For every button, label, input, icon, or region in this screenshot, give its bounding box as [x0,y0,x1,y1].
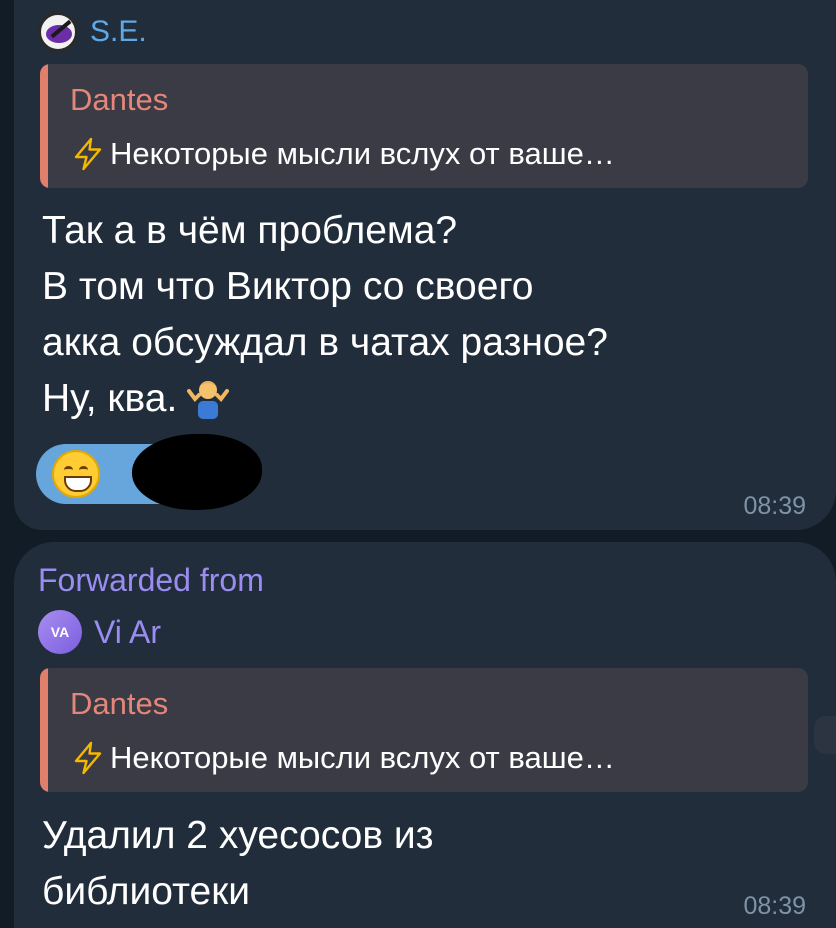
scroll-handle[interactable] [814,716,836,754]
message-line: В том что Виктор со своего [42,265,534,308]
message-time: 08:39 [743,492,806,520]
reaction-button[interactable] [36,434,262,510]
quote-text-row: Некоторые мысли вслух от ваше… [70,740,615,776]
message-bubble[interactable]: Forwarded from VA Vi Ar Dantes Некоторые… [14,542,836,928]
message-line-last: Ну, ква. [42,371,608,427]
lightning-bolt-icon [74,137,102,171]
sender-avatar[interactable] [38,12,78,52]
redacted-reactor-avatar [132,434,262,510]
forwarded-label: Forwarded from [38,562,264,598]
quote-author: Dantes [70,686,169,721]
lightning-bolt-icon [74,741,102,775]
chat-background: S.E. Dantes Некоторые мысли вслух от ваш… [0,0,836,928]
quote-text: Некоторые мысли вслух от ваше… [110,136,615,171]
message-line: библиотеки [42,870,251,913]
message-bubble[interactable]: S.E. Dantes Некоторые мысли вслух от ваш… [14,0,836,530]
person-shrugging-icon [187,381,230,419]
message-line: Удалил 2 хуесосов из [42,814,434,857]
sender-row[interactable]: S.E. [38,12,147,52]
reply-quote[interactable]: Dantes Некоторые мысли вслух от ваше… [40,64,808,188]
quote-author: Dantes [70,82,169,117]
message-time: 08:39 [743,892,806,920]
quote-text: Некоторые мысли вслух от ваше… [110,740,615,775]
quote-text-row: Некоторые мысли вслух от ваше… [70,136,615,172]
quote-bar [40,668,48,792]
message-text: Так а в чём проблема? В том что Виктор с… [42,203,608,427]
forwarded-name[interactable]: Vi Ar [94,614,161,651]
message-line: Так а в чём проблема? [42,209,458,252]
quote-bar [40,64,48,188]
forwarded-avatar[interactable]: VA [38,610,82,654]
grinning-face-icon [52,450,100,498]
forwarded-source[interactable]: VA Vi Ar [38,610,161,654]
message-text: Удалил 2 хуесосов из библиотеки [42,808,434,920]
sender-name[interactable]: S.E. [90,15,147,49]
reply-quote[interactable]: Dantes Некоторые мысли вслух от ваше… [40,668,808,792]
message-line: Ну, ква. [42,377,178,420]
message-line: акка обсуждал в чатах разное? [42,321,608,364]
